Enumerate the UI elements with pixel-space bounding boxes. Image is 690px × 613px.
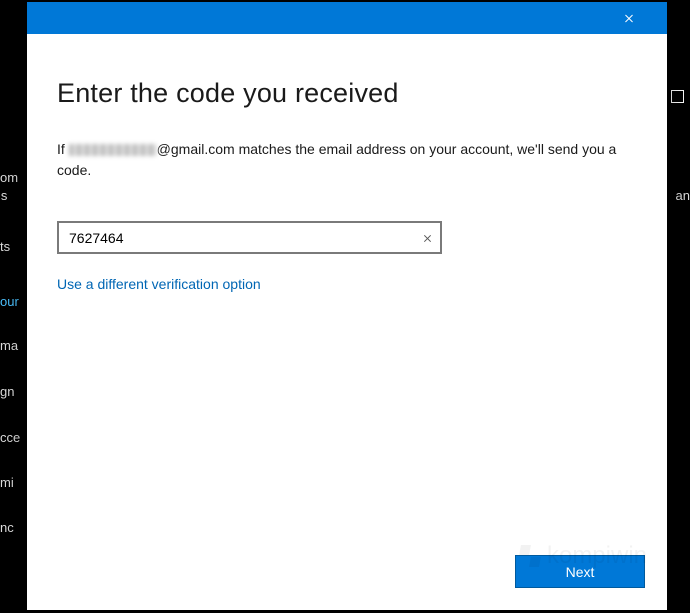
next-button[interactable]: Next xyxy=(515,555,645,588)
redacted-email-local xyxy=(69,144,157,156)
dialog-footer: Next xyxy=(27,555,667,610)
dialog-body: Enter the code you received If @gmail.co… xyxy=(27,34,667,555)
dialog-heading: Enter the code you received xyxy=(57,78,637,109)
close-icon xyxy=(624,13,634,23)
dialog-description: If @gmail.com matches the email address … xyxy=(57,139,637,181)
bg-nav-fragment: nc xyxy=(0,520,14,535)
dialog-content: Enter the code you received If @gmail.co… xyxy=(27,34,667,610)
bg-nav-fragment: gn xyxy=(0,384,14,399)
clear-icon xyxy=(423,233,432,242)
bg-nav-fragment: om xyxy=(0,170,18,185)
alt-verification-link[interactable]: Use a different verification option xyxy=(57,276,261,292)
bg-nav-fragment: ts xyxy=(0,239,10,254)
clear-input-button[interactable] xyxy=(412,221,442,254)
bg-nav-fragment-active: our xyxy=(0,294,19,309)
desc-prefix: If xyxy=(57,141,69,157)
code-input-wrapper xyxy=(57,221,442,254)
dialog-titlebar xyxy=(27,2,667,34)
bg-nav-fragment: ma xyxy=(0,338,18,353)
verification-code-input[interactable] xyxy=(57,221,442,254)
maximize-icon xyxy=(671,90,684,103)
bg-nav-fragment: a s xyxy=(0,188,7,203)
bg-nav-fragment: cce xyxy=(0,430,20,445)
bg-text-fragment: an xyxy=(676,188,690,203)
close-button[interactable] xyxy=(606,2,651,34)
bg-nav-fragment: mi xyxy=(0,475,14,490)
verification-dialog: Enter the code you received If @gmail.co… xyxy=(27,2,667,610)
